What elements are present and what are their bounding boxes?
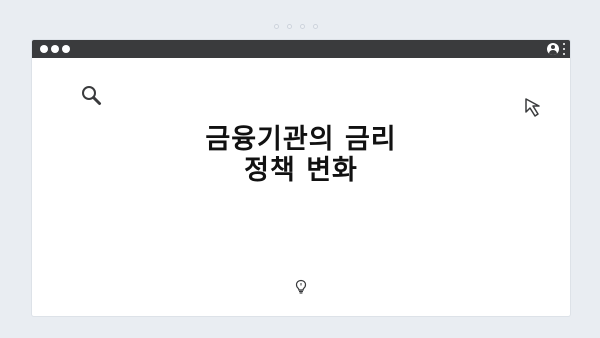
window-titlebar: [32, 40, 570, 58]
menu-dot-1: [562, 43, 565, 45]
menu-dot-2: [562, 48, 565, 50]
titlebar-actions: [547, 43, 565, 55]
lightbulb-icon: [295, 279, 307, 294]
cursor-icon: [525, 98, 540, 117]
title-line-2: 정책 변화: [244, 155, 358, 186]
carousel-dot-3[interactable]: [300, 24, 305, 29]
browser-window: 금융기관의 금리 정책 변화: [32, 40, 570, 316]
kebab-menu-icon[interactable]: [562, 43, 565, 55]
page-title: 금융기관의 금리 정책 변화: [32, 124, 570, 186]
menu-dot-3: [562, 53, 565, 55]
carousel-dot-2[interactable]: [287, 24, 292, 29]
search-icon[interactable]: [79, 83, 105, 109]
user-icon[interactable]: [547, 43, 559, 55]
maximize-window-button[interactable]: [62, 45, 70, 53]
close-window-button[interactable]: [40, 45, 48, 53]
minimize-window-button[interactable]: [51, 45, 59, 53]
window-controls: [40, 45, 70, 53]
carousel-dot-4[interactable]: [313, 24, 318, 29]
carousel-dots: [274, 24, 318, 29]
title-line-1: 금융기관의 금리: [205, 124, 397, 155]
carousel-dot-1[interactable]: [274, 24, 279, 29]
